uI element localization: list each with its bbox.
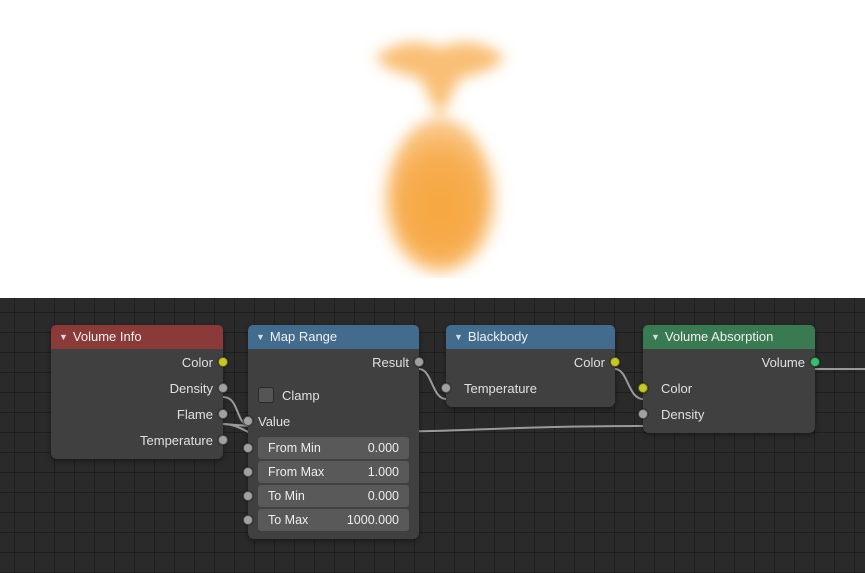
output-flame: Flame (51, 401, 223, 427)
output-result: Result (248, 349, 419, 375)
node-volume-info[interactable]: ▼ Volume Info Color Density Flame Temper… (51, 325, 223, 459)
node-header[interactable]: ▼ Volume Absorption (643, 325, 815, 349)
field-to-min[interactable]: To Min 0.000 (258, 485, 409, 507)
socket-in-from-max[interactable] (243, 467, 253, 477)
node-title: Volume Info (73, 325, 142, 349)
socket-in-value[interactable] (243, 416, 253, 426)
node-editor[interactable]: ▼ Volume Info Color Density Flame Temper… (0, 298, 865, 573)
node-map-range[interactable]: ▼ Map Range Result Clamp Value From Min … (248, 325, 419, 539)
node-title: Map Range (270, 325, 337, 349)
input-density: Density (643, 401, 815, 427)
node-title: Volume Absorption (665, 325, 773, 349)
socket-out-color[interactable] (218, 357, 228, 367)
field-from-max[interactable]: From Max 1.000 (258, 461, 409, 483)
collapse-icon[interactable]: ▼ (454, 325, 463, 349)
node-header[interactable]: ▼ Map Range (248, 325, 419, 349)
collapse-icon[interactable]: ▼ (651, 325, 660, 349)
clamp-checkbox[interactable] (258, 387, 274, 403)
socket-in-color[interactable] (638, 383, 648, 393)
socket-in-density[interactable] (638, 409, 648, 419)
node-blackbody[interactable]: ▼ Blackbody Color Temperature (446, 325, 615, 407)
socket-out-volume[interactable] (810, 357, 820, 367)
socket-in-from-min[interactable] (243, 443, 253, 453)
input-color: Color (643, 375, 815, 401)
collapse-icon[interactable]: ▼ (59, 325, 68, 349)
output-temperature: Temperature (51, 427, 223, 453)
collapse-icon[interactable]: ▼ (256, 325, 265, 349)
field-from-min[interactable]: From Min 0.000 (258, 437, 409, 459)
socket-out-color[interactable] (610, 357, 620, 367)
socket-in-temperature[interactable] (441, 383, 451, 393)
node-title: Blackbody (468, 325, 528, 349)
clamp-row: Clamp (248, 381, 419, 409)
value-input-row: Value (248, 409, 419, 433)
node-header[interactable]: ▼ Volume Info (51, 325, 223, 349)
socket-in-to-min[interactable] (243, 491, 253, 501)
clamp-label: Clamp (282, 388, 320, 403)
output-volume: Volume (643, 349, 815, 375)
socket-out-flame[interactable] (218, 409, 228, 419)
output-density: Density (51, 375, 223, 401)
flame-render (350, 18, 530, 278)
socket-out-result[interactable] (414, 357, 424, 367)
node-header[interactable]: ▼ Blackbody (446, 325, 615, 349)
output-color: Color (446, 349, 615, 375)
output-color: Color (51, 349, 223, 375)
socket-out-temperature[interactable] (218, 435, 228, 445)
socket-out-density[interactable] (218, 383, 228, 393)
socket-in-to-max[interactable] (243, 515, 253, 525)
value-label: Value (258, 414, 290, 429)
field-to-max[interactable]: To Max 1000.000 (258, 509, 409, 531)
render-preview (0, 0, 865, 298)
input-temperature: Temperature (446, 375, 615, 401)
node-volume-absorption[interactable]: ▼ Volume Absorption Volume Color Density (643, 325, 815, 433)
